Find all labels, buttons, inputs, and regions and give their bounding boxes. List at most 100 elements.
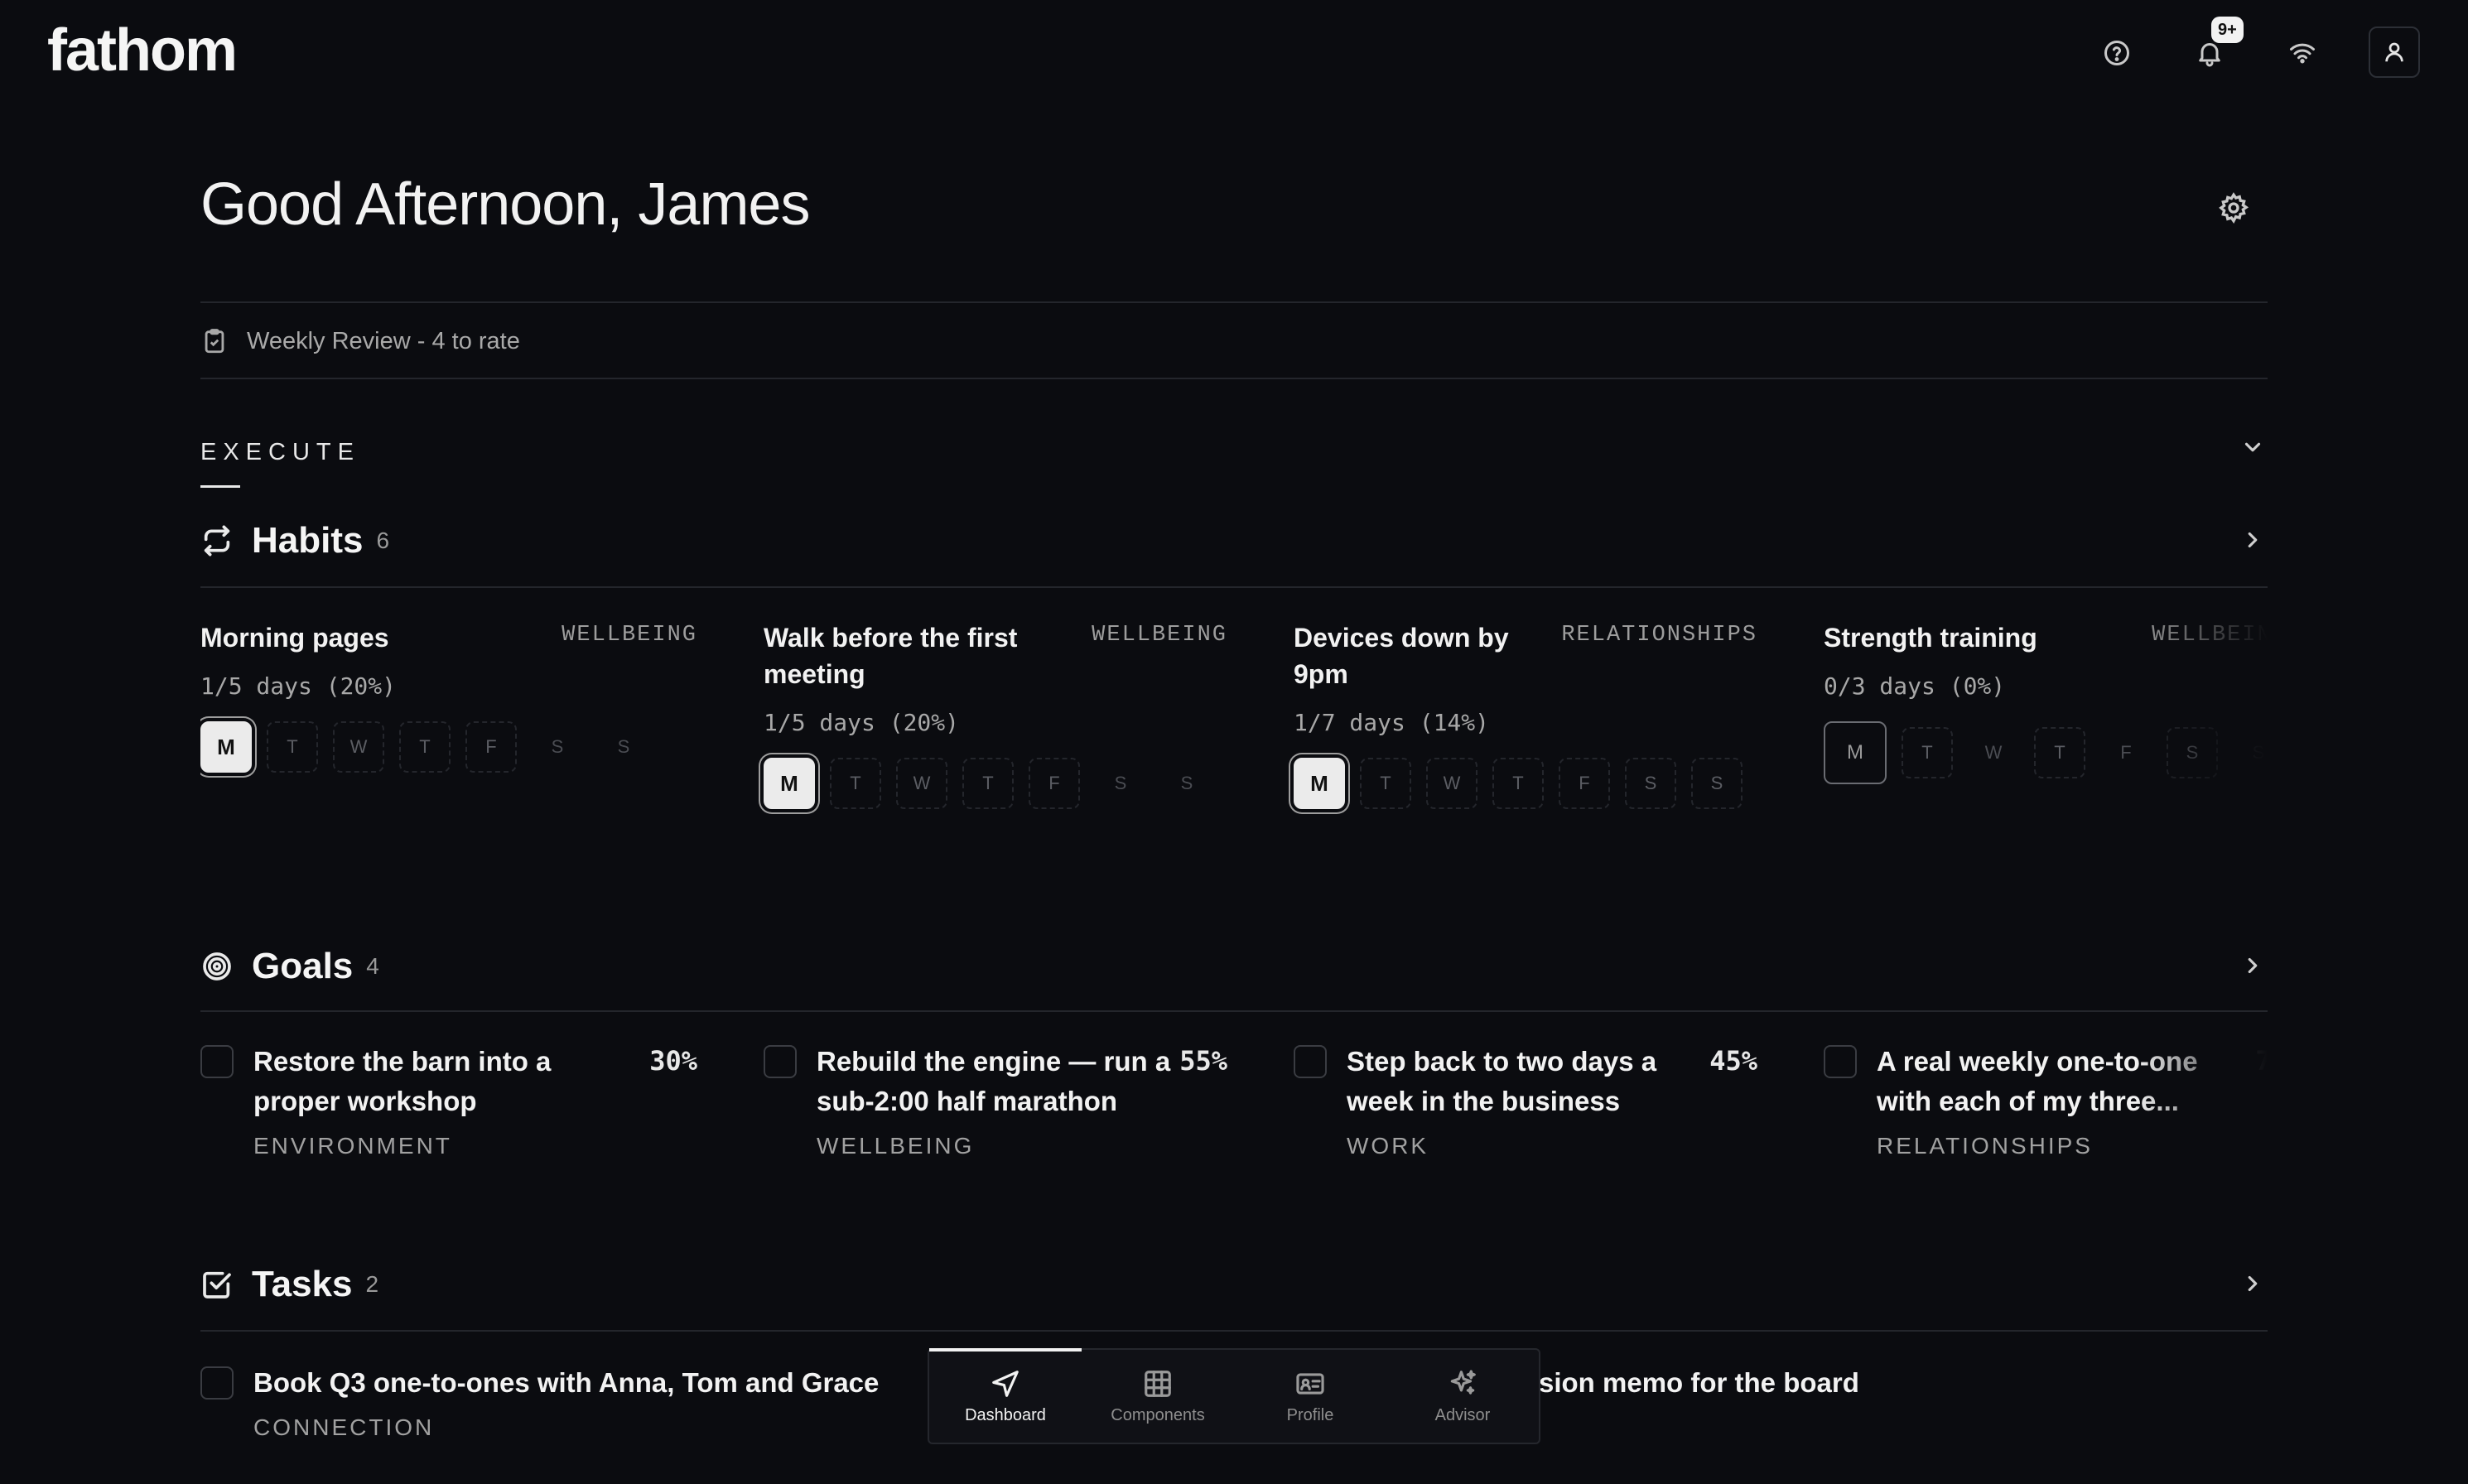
day-toggle[interactable]: W [333, 721, 384, 773]
day-toggle[interactable]: M [200, 721, 252, 773]
wifi-icon[interactable] [2281, 31, 2324, 75]
habit-title: Devices down by 9pm [1294, 623, 1509, 689]
goal-card[interactable]: A real weekly one-to-one with each of my… [1791, 1042, 2268, 1166]
goal-card[interactable]: Step back to two days a week in the busi… [1261, 1042, 1791, 1166]
divider [200, 378, 2268, 379]
nav-profile[interactable]: Profile [1234, 1350, 1386, 1443]
day-toggle[interactable]: T [1492, 758, 1544, 809]
goals-title: Goals [252, 946, 354, 986]
task-item[interactable]: sion memo for the board [1539, 1363, 1859, 1403]
nav-label: Advisor [1434, 1405, 1491, 1424]
habit-card[interactable]: Morning pages WELLBEING 1/5 days (20%) M… [200, 619, 730, 846]
day-toggle[interactable]: S [1625, 758, 1676, 809]
nav-label: Profile [1286, 1405, 1334, 1424]
habit-card[interactable]: Walk before the first meeting WELLBEING … [730, 619, 1261, 846]
goal-percent: 45% [1709, 1045, 1757, 1077]
nav-label: Components [1111, 1405, 1205, 1424]
goal-category: RELATIONSHIPS [1877, 1133, 2093, 1159]
goal-category: ENVIRONMENT [253, 1133, 452, 1159]
day-toggle[interactable]: F [1029, 758, 1080, 809]
day-toggle[interactable]: S [1691, 758, 1743, 809]
send-icon [992, 1370, 1019, 1397]
day-toggle[interactable]: F [465, 721, 517, 773]
nav-dashboard[interactable]: Dashboard [929, 1348, 1082, 1443]
day-toggle[interactable]: S [2167, 727, 2218, 778]
habit-card[interactable]: Strength training WELLBEING 0/3 days (0%… [1791, 619, 2268, 846]
divider [200, 1330, 2268, 1332]
habits-title: Habits [252, 520, 364, 561]
task-checkbox[interactable] [200, 1366, 234, 1400]
goal-checkbox[interactable] [1824, 1045, 1857, 1078]
day-toggle[interactable]: S [598, 721, 649, 773]
day-toggle[interactable]: S [1161, 758, 1212, 809]
day-toggle[interactable]: T [830, 758, 881, 809]
goal-card[interactable]: Rebuild the engine — run a sub-2:00 half… [730, 1042, 1261, 1166]
day-toggle[interactable]: F [2100, 727, 2152, 778]
repeat-icon [204, 525, 230, 556]
day-toggle[interactable]: T [962, 758, 1014, 809]
weekly-review-link[interactable]: Weekly Review - 4 to rate [200, 325, 520, 358]
goal-checkbox[interactable] [764, 1045, 797, 1078]
day-toggle[interactable]: T [399, 721, 451, 773]
id-card-icon [1296, 1372, 1324, 1395]
goals-header[interactable]: Goals 4 [200, 946, 379, 987]
nav-advisor[interactable]: Advisor [1386, 1350, 1539, 1443]
day-toggle[interactable]: W [1426, 758, 1477, 809]
habit-title: Walk before the first meeting [764, 623, 1018, 689]
app-logo[interactable]: fathom [47, 21, 238, 80]
day-toggle[interactable]: W [896, 758, 947, 809]
nav-label: Dashboard [965, 1405, 1046, 1424]
goal-category: WORK [1347, 1133, 1429, 1159]
habit-category: WELLBEING [2152, 623, 2268, 648]
day-toggle[interactable]: S [2233, 727, 2268, 778]
day-toggle[interactable]: T [267, 721, 318, 773]
day-toggle[interactable]: M [1294, 758, 1345, 809]
habit-progress: 1/5 days (20%) [764, 709, 960, 736]
day-toggle[interactable]: M [1824, 721, 1887, 784]
habit-category: RELATIONSHIPS [1561, 623, 1757, 648]
habit-title: Strength training [1824, 623, 2037, 653]
day-toggle[interactable]: W [1968, 727, 2019, 778]
nav-components[interactable]: Components [1082, 1350, 1234, 1443]
section-underline [200, 485, 240, 488]
habits-more-button[interactable] [2236, 523, 2269, 556]
day-toggle[interactable]: T [1902, 727, 1953, 778]
goal-card[interactable]: Restore the barn into a proper workshop … [200, 1042, 730, 1166]
goals-count: 4 [366, 953, 379, 979]
tasks-more-button[interactable] [2236, 1267, 2269, 1300]
goal-percent: 70 [2255, 1045, 2268, 1077]
tasks-header[interactable]: Tasks 2 [200, 1264, 378, 1305]
user-avatar-button[interactable] [2369, 26, 2420, 78]
task-category: CONNECTION [253, 1414, 435, 1440]
goal-category: WELLBEING [817, 1133, 975, 1159]
habit-title: Morning pages [200, 623, 389, 653]
settings-button[interactable] [2213, 187, 2254, 229]
divider [200, 586, 2268, 588]
page-title: Good Afternoon, James [200, 171, 810, 238]
goal-title: A real weekly one-to-one with each of my… [1877, 1046, 2198, 1116]
chevron-right-icon [2248, 1275, 2258, 1292]
day-toggle[interactable]: F [1559, 758, 1610, 809]
day-toggle[interactable]: M [764, 758, 815, 809]
collapse-section-button[interactable] [2236, 431, 2269, 464]
habits-header[interactable]: Habits 6 [200, 520, 389, 561]
day-toggle[interactable]: T [2034, 727, 2085, 778]
checkbox-icon [203, 1271, 231, 1298]
divider [200, 301, 2268, 303]
goal-checkbox[interactable] [200, 1045, 234, 1078]
goals-more-button[interactable] [2236, 949, 2269, 982]
help-icon[interactable] [2095, 31, 2138, 75]
habits-count: 6 [376, 528, 390, 553]
day-toggle[interactable]: S [532, 721, 583, 773]
habit-days: M T W T F S S [764, 758, 1227, 809]
goal-percent: 55% [1179, 1045, 1227, 1077]
task-item[interactable]: Book Q3 one-to-ones with Anna, Tom and G… [200, 1363, 879, 1441]
habit-card[interactable]: Devices down by 9pm RELATIONSHIPS 1/7 da… [1261, 619, 1791, 846]
habits-list: Morning pages WELLBEING 1/5 days (20%) M… [200, 619, 2268, 851]
tasks-title: Tasks [252, 1264, 353, 1304]
day-toggle[interactable]: S [1095, 758, 1146, 809]
day-toggle[interactable]: T [1360, 758, 1411, 809]
goal-checkbox[interactable] [1294, 1045, 1327, 1078]
goal-title: Restore the barn into a proper workshop [253, 1046, 552, 1116]
habit-days: M T W T F S S [1294, 758, 1757, 809]
